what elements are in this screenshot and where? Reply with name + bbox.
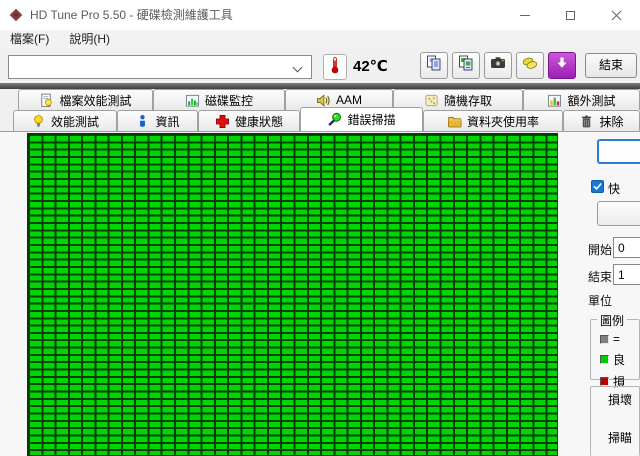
tab-label: 錯誤掃描 <box>347 111 395 128</box>
copy-text-button[interactable] <box>420 52 448 79</box>
tab-file-benchmark[interactable]: 檔案效能測試 <box>18 89 153 110</box>
hd-tune-window: { "window": { "title": "HD Tune Pro 5.50… <box>0 0 640 456</box>
coins-icon <box>521 54 539 77</box>
maximize-icon <box>566 11 575 20</box>
screenshot-button[interactable] <box>484 52 512 79</box>
stats-groupbox: 損壞 掃瞄 <box>590 386 640 456</box>
secondary-panel-button[interactable] <box>597 201 640 226</box>
menu-help[interactable]: 說明(H) <box>59 30 120 48</box>
tab-label: 效能測試 <box>51 113 99 130</box>
magnifier-icon <box>327 112 342 127</box>
mini-chart-icon <box>547 93 562 108</box>
maximize-button[interactable] <box>547 0 593 30</box>
tab-label: 資訊 <box>155 113 179 130</box>
minimize-icon <box>520 15 530 16</box>
page-lightbulb-icon <box>39 93 54 108</box>
legend-row-unscanned: = <box>600 332 625 346</box>
copy-text-icon <box>425 54 443 77</box>
end-field-input[interactable] <box>613 264 640 285</box>
update-button[interactable] <box>548 52 576 79</box>
good-swatch <box>600 355 609 364</box>
chevron-down-icon <box>293 63 303 73</box>
tab-label: 額外測試 <box>567 92 615 109</box>
start-field-label: 開始 <box>588 241 612 258</box>
menu-file[interactable]: 檔案(F) <box>0 30 59 48</box>
download-arrow-icon <box>554 55 570 76</box>
donate-button[interactable] <box>516 52 544 79</box>
window-title: HD Tune Pro 5.50 - 硬碟檢測維護工具 <box>30 0 233 30</box>
dice-icon <box>424 93 439 108</box>
quick-scan-checkbox[interactable] <box>591 180 604 193</box>
menu-bar: 檔案(F) 說明(H) <box>0 30 640 48</box>
legend-title: 圖例 <box>597 312 627 329</box>
tab-benchmark[interactable]: 效能測試 <box>13 110 117 131</box>
info-person-icon <box>135 114 150 129</box>
scan-grid <box>27 133 558 456</box>
copy-image-button[interactable] <box>452 52 480 79</box>
tab-label: 抹除 <box>599 113 623 130</box>
tab-info[interactable]: 資訊 <box>117 110 198 131</box>
damaged-stat-label: 損壞 <box>608 391 632 408</box>
legend-row-good: 良 <box>600 351 625 368</box>
tab-label: AAM <box>336 93 362 107</box>
tab-erase[interactable]: 抹除 <box>563 110 640 131</box>
legend-label: 良 <box>613 351 625 368</box>
toolbar: WDC WUH721816ALE6L4 (16000 gB) 42℃ 結束 <box>0 48 640 83</box>
start-field-input[interactable] <box>613 237 640 258</box>
damaged-swatch <box>600 377 609 386</box>
trash-icon <box>579 114 594 129</box>
tab-row-2: 效能測試 資訊 健康狀態 錯誤掃描 資料夾使用率 抹除 <box>13 110 640 131</box>
folder-icon <box>447 114 462 129</box>
quick-scan-label: 快 <box>608 180 640 197</box>
title-bar: HD Tune Pro 5.50 - 硬碟檢測維護工具 <box>0 0 640 30</box>
tab-disk-monitor[interactable]: 磁碟監控 <box>153 89 285 110</box>
minimize-button[interactable] <box>502 0 547 30</box>
tab-label: 健康狀態 <box>235 113 283 130</box>
unscanned-swatch <box>600 335 609 344</box>
scanned-stat-label: 掃瞄 <box>608 429 632 446</box>
drive-select[interactable]: WDC WUH721816ALE6L4 (16000 gB) <box>8 55 312 79</box>
start-scan-button[interactable] <box>597 139 640 164</box>
tab-label: 隨機存取 <box>444 92 492 109</box>
lightbulb-icon <box>31 114 46 129</box>
legend-items: = 良 損 <box>600 332 625 390</box>
speaker-icon <box>316 93 331 108</box>
close-icon <box>611 10 622 21</box>
tab-health[interactable]: 健康狀態 <box>198 110 300 131</box>
temperature-button[interactable] <box>323 54 347 80</box>
app-icon <box>8 7 24 23</box>
legend-label: = <box>613 332 620 346</box>
health-cross-icon <box>215 114 230 129</box>
close-button[interactable] <box>593 0 640 30</box>
exit-button[interactable]: 結束 <box>585 53 637 78</box>
bar-chart-icon <box>185 93 200 108</box>
tab-label: 資料夾使用率 <box>467 113 539 130</box>
tab-extra-tests[interactable]: 額外測試 <box>523 89 640 110</box>
tab-folder-usage[interactable]: 資料夾使用率 <box>423 110 563 131</box>
unit-label: 單位 <box>588 292 612 309</box>
camera-icon <box>489 54 507 77</box>
copy-image-icon <box>457 54 475 77</box>
check-icon <box>593 182 602 191</box>
temperature-value: 42℃ <box>353 55 388 79</box>
exit-button-label: 結束 <box>599 58 623 72</box>
end-field-label: 結束 <box>588 268 612 285</box>
tab-error-scan[interactable]: 錯誤掃描 <box>300 107 423 131</box>
tab-label: 檔案效能測試 <box>59 92 131 109</box>
tab-label: 磁碟監控 <box>205 92 253 109</box>
thermometer-icon <box>328 56 342 79</box>
legend-groupbox: 圖例 = 良 損 <box>590 319 640 380</box>
